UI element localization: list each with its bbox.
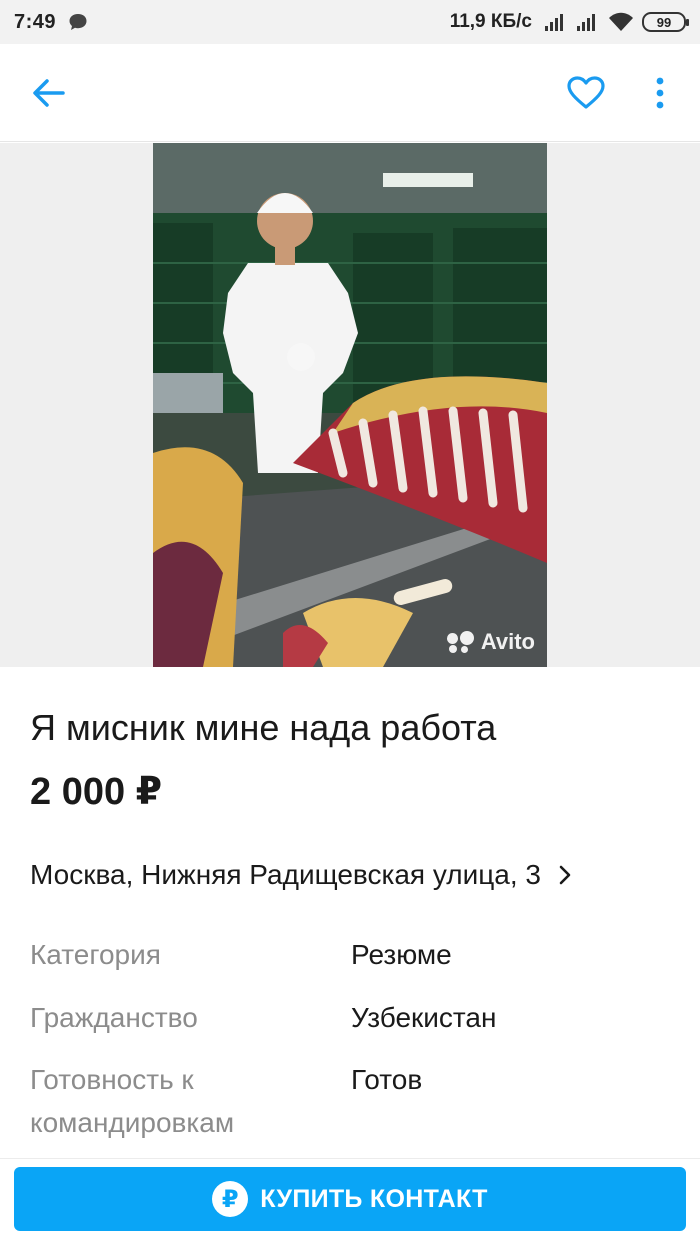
status-time: 7:49 xyxy=(14,10,57,33)
listing-photo[interactable]: Avito xyxy=(153,143,547,667)
wifi-icon xyxy=(608,12,634,32)
chevron-right-icon xyxy=(559,865,571,885)
listing-price: 2 000 ₽ xyxy=(30,771,163,813)
param-label: Готовность к командировкам xyxy=(30,1064,235,1138)
battery-icon: 99 xyxy=(642,12,689,32)
more-vertical-icon xyxy=(656,77,664,109)
address-text: Москва, Нижняя Радищевская улица, 3 xyxy=(30,859,541,890)
param-value: Резюме xyxy=(351,939,452,970)
signal-icon xyxy=(544,12,568,32)
network-speed: 11,9 КБ/с xyxy=(449,11,532,32)
param-value: Готов xyxy=(351,1064,423,1095)
watermark-text: Avito xyxy=(480,629,535,654)
photo-gallery[interactable]: Avito xyxy=(0,143,700,667)
listing-title: Я мисник мине нада работа xyxy=(30,707,497,748)
status-indicators: 11,9 КБ/с 99 xyxy=(449,11,689,33)
status-bar: 7:49 11,9 КБ/с 99 xyxy=(0,0,700,44)
signal-icon xyxy=(576,12,600,32)
arrow-left-icon xyxy=(33,79,65,107)
address-link[interactable]: Москва, Нижняя Радищевская улица, 3 xyxy=(30,853,670,897)
param-value: Узбекистан xyxy=(351,1002,497,1033)
avito-logo-icon xyxy=(446,631,475,653)
back-button[interactable] xyxy=(22,68,76,118)
bottom-action-bar: ₽ КУПИТЬ КОНТАКТ xyxy=(0,1158,700,1244)
more-options-button[interactable] xyxy=(640,68,680,118)
app-bar xyxy=(0,44,700,142)
avito-watermark: Avito xyxy=(446,629,535,655)
favorite-button[interactable] xyxy=(560,68,612,118)
heart-outline-icon xyxy=(567,76,605,109)
butcher-photo-image xyxy=(153,143,547,667)
param-label: Гражданство xyxy=(30,1002,198,1033)
listing-details: Я мисник мине нада работа 2 000 ₽ Москва… xyxy=(0,667,700,1162)
buy-contact-label: КУПИТЬ КОНТАКТ xyxy=(260,1184,488,1213)
param-label: Категория xyxy=(30,939,161,970)
chat-notification-icon xyxy=(69,14,87,30)
buy-contact-button[interactable]: ₽ КУПИТЬ КОНТАКТ xyxy=(14,1167,686,1231)
ruble-circle-icon: ₽ xyxy=(212,1181,249,1217)
